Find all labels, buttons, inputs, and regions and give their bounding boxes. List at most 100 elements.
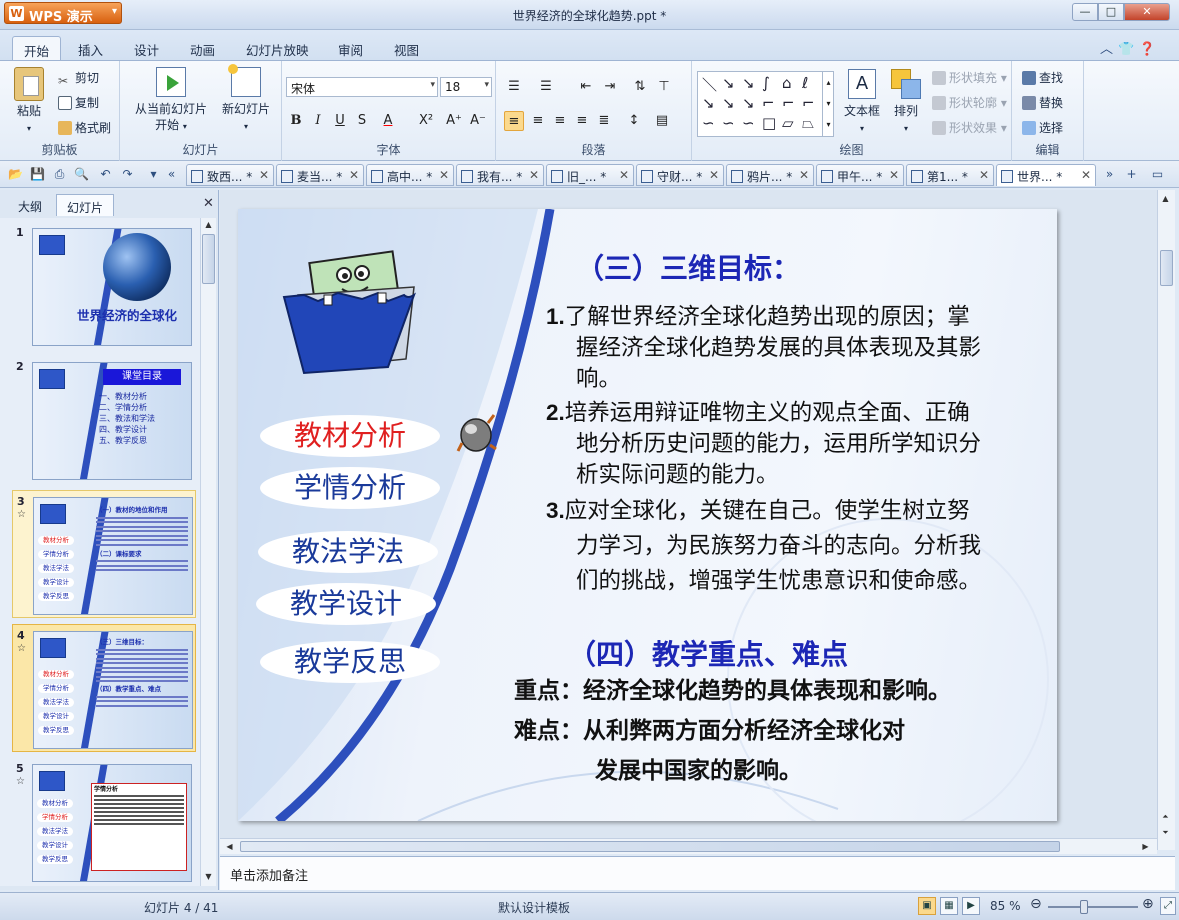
elbow-line-icon[interactable]: ⌐: [762, 94, 775, 112]
zoom-slider-thumb[interactable]: [1080, 900, 1088, 914]
gallery-scroll[interactable]: ▴ ▾ ▾: [822, 72, 834, 136]
previous-slide-icon[interactable]: ⏶: [1158, 810, 1173, 824]
slide-thumbnail-4[interactable]: 4 ☆ 教材分析 学情分析 教法学法 教学设计 教学反思 （三）三维目标： （四…: [12, 624, 196, 752]
doc-tab[interactable]: 我有... * ✕: [456, 164, 544, 186]
arrow-shape-icon[interactable]: ↘: [722, 74, 735, 92]
slide-vertical-scrollbar[interactable]: ▲ ⏶ ⏷: [1157, 190, 1175, 850]
close-tab-icon[interactable]: ✕: [349, 168, 359, 182]
collapse-ribbon-icon[interactable]: ︿: [1100, 42, 1118, 57]
menu-item-teaching-design[interactable]: 教学设计: [256, 583, 436, 625]
scroll-left-icon[interactable]: ◀: [222, 840, 237, 854]
print-icon[interactable]: ⎙: [52, 167, 67, 182]
zoom-slider[interactable]: [1048, 906, 1138, 908]
numbering-icon[interactable]: ☰: [536, 77, 556, 97]
slide-thumbnail-1[interactable]: 1 世界经济的全球化: [12, 222, 196, 350]
bullets-icon[interactable]: ☰: [504, 77, 524, 97]
fit-window-icon[interactable]: ⤢: [1160, 897, 1176, 915]
line-spacing-icon[interactable]: ↕: [624, 111, 644, 131]
format-painter-button[interactable]: 格式刷: [58, 119, 111, 136]
tab-review[interactable]: 审阅: [327, 36, 374, 60]
next-slide-icon[interactable]: ⏷: [1158, 826, 1173, 840]
superscript-button[interactable]: X²: [416, 111, 436, 131]
open-folder-icon[interactable]: 📂: [8, 167, 23, 182]
slide-canvas[interactable]: 教材分析 学情分析 教法学法 教学设计 教学反思 （三）三维目标： 1.了解世界…: [238, 209, 1057, 821]
arrange-button[interactable]: 排列 ▾: [888, 69, 924, 137]
close-window-button[interactable]: ✕: [1124, 3, 1170, 21]
shape-fill-button[interactable]: 形状填充 ▾: [932, 69, 1007, 86]
font-name-select[interactable]: 宋体 ▾: [286, 77, 438, 97]
slide-sorter-icon[interactable]: ▦: [940, 897, 958, 915]
shapes-gallery[interactable]: ＼ ↘ ↘ ∫ ⌂ ℓ ↘ ↘ ↘ ⌐ ⌐ ⌐ ∽ ∽ ∽ □ ▱ ⏢ ▴ ▾ ▾: [697, 71, 834, 137]
scroll-thumb[interactable]: [202, 234, 215, 284]
doc-tab[interactable]: 守财... * ✕: [636, 164, 724, 186]
menu-item-student-analysis[interactable]: 学情分析: [260, 467, 440, 509]
tab-list-icon[interactable]: ▭: [1150, 167, 1165, 182]
print-preview-icon[interactable]: 🔍: [74, 167, 89, 182]
tab-view[interactable]: 视图: [383, 36, 430, 60]
connector-arrow-icon[interactable]: ↘: [722, 94, 735, 112]
scroll-up-icon[interactable]: ▲: [201, 218, 216, 232]
shape-outline-button[interactable]: 形状轮廓 ▾: [932, 94, 1007, 111]
increase-font-button[interactable]: A⁺: [444, 111, 464, 131]
scribble-shape-icon[interactable]: ℓ: [802, 74, 808, 92]
close-tab-icon[interactable]: ✕: [1081, 168, 1091, 182]
skin-icon[interactable]: 👕: [1118, 42, 1139, 57]
doc-tab[interactable]: 致西... * ✕: [186, 164, 274, 186]
new-slide-button[interactable]: 新幻灯片 ▾: [216, 64, 276, 135]
close-pane-icon[interactable]: ✕: [203, 196, 214, 211]
close-tab-icon[interactable]: ✕: [439, 168, 449, 182]
menu-item-teaching-reflection[interactable]: 教学反思: [260, 641, 440, 683]
select-button[interactable]: 选择: [1022, 119, 1063, 136]
menu-item-textbook-analysis[interactable]: 教材分析: [260, 415, 440, 457]
doc-tab[interactable]: 旧_... * ✕: [546, 164, 634, 186]
doc-tab[interactable]: 麦当... * ✕: [276, 164, 364, 186]
minimize-button[interactable]: —: [1072, 3, 1098, 21]
tabs-right-icon[interactable]: »: [1102, 167, 1117, 182]
close-tab-icon[interactable]: ✕: [619, 168, 629, 182]
justify-button[interactable]: ≡: [572, 111, 592, 131]
zoom-in-icon[interactable]: ⊕: [1142, 896, 1154, 912]
close-tab-icon[interactable]: ✕: [259, 168, 269, 182]
align-text-icon[interactable]: ⊤: [654, 77, 674, 97]
rectangle-shape-icon[interactable]: □: [762, 114, 776, 132]
underline-button[interactable]: U: [330, 111, 350, 131]
font-size-select[interactable]: 18 ▾: [440, 77, 492, 97]
align-right-button[interactable]: ≡: [550, 111, 570, 131]
connector-double-icon[interactable]: ↘: [742, 94, 755, 112]
notes-pane[interactable]: 单击添加备注: [220, 856, 1175, 890]
close-tab-icon[interactable]: ✕: [799, 168, 809, 182]
slide-thumbnail-5[interactable]: 5 ☆ 教材分析 学情分析 教法学法 教学设计 教学反思 学情分析: [12, 758, 196, 886]
help-tools[interactable]: ︿👕❓: [1100, 38, 1160, 57]
tab-design[interactable]: 设计: [123, 36, 170, 60]
cut-button[interactable]: ✂ 剪切: [58, 69, 99, 88]
thumbnail-scrollbar[interactable]: ▲ ▼: [200, 218, 216, 886]
play-from-current-button[interactable]: 从当前幻灯片 开始 ▾: [126, 67, 216, 135]
parallelogram-shape-icon[interactable]: ▱: [782, 114, 794, 132]
close-tab-icon[interactable]: ✕: [889, 168, 899, 182]
columns-icon[interactable]: ▤: [652, 111, 672, 131]
zoom-out-icon[interactable]: ⊖: [1030, 896, 1042, 912]
slideshow-view-icon[interactable]: ▶: [962, 897, 980, 915]
doc-tab[interactable]: 甲午... * ✕: [816, 164, 904, 186]
doc-tab-active[interactable]: 世界... * ✕: [996, 164, 1096, 186]
scroll-up-icon[interactable]: ▲: [1158, 192, 1173, 206]
text-direction-icon[interactable]: ⇅: [630, 77, 650, 97]
shadow-button[interactable]: S: [352, 111, 372, 131]
close-tab-icon[interactable]: ✕: [529, 168, 539, 182]
elbow-arrow-icon[interactable]: ⌐: [782, 94, 795, 112]
textbox-button[interactable]: A 文本框 ▾: [840, 69, 884, 137]
italic-button[interactable]: I: [308, 111, 328, 131]
normal-view-icon[interactable]: ▣: [918, 897, 936, 915]
decrease-font-button[interactable]: A⁻: [468, 111, 488, 131]
curve-shape-icon[interactable]: ∫: [762, 74, 770, 92]
curved-double-icon[interactable]: ∽: [742, 114, 755, 132]
font-color-button[interactable]: A: [378, 111, 398, 131]
elbow-connector-icon[interactable]: ↘: [702, 94, 715, 112]
tab-home[interactable]: 开始: [12, 36, 62, 60]
redo-icon[interactable]: ↷: [120, 167, 135, 182]
slide-horizontal-scrollbar[interactable]: ◀ ▶: [220, 838, 1157, 854]
elbow-double-icon[interactable]: ⌐: [802, 94, 815, 112]
replace-button[interactable]: 替换: [1022, 94, 1063, 111]
curved-arrow-icon[interactable]: ∽: [722, 114, 735, 132]
scroll-right-icon[interactable]: ▶: [1138, 840, 1153, 854]
